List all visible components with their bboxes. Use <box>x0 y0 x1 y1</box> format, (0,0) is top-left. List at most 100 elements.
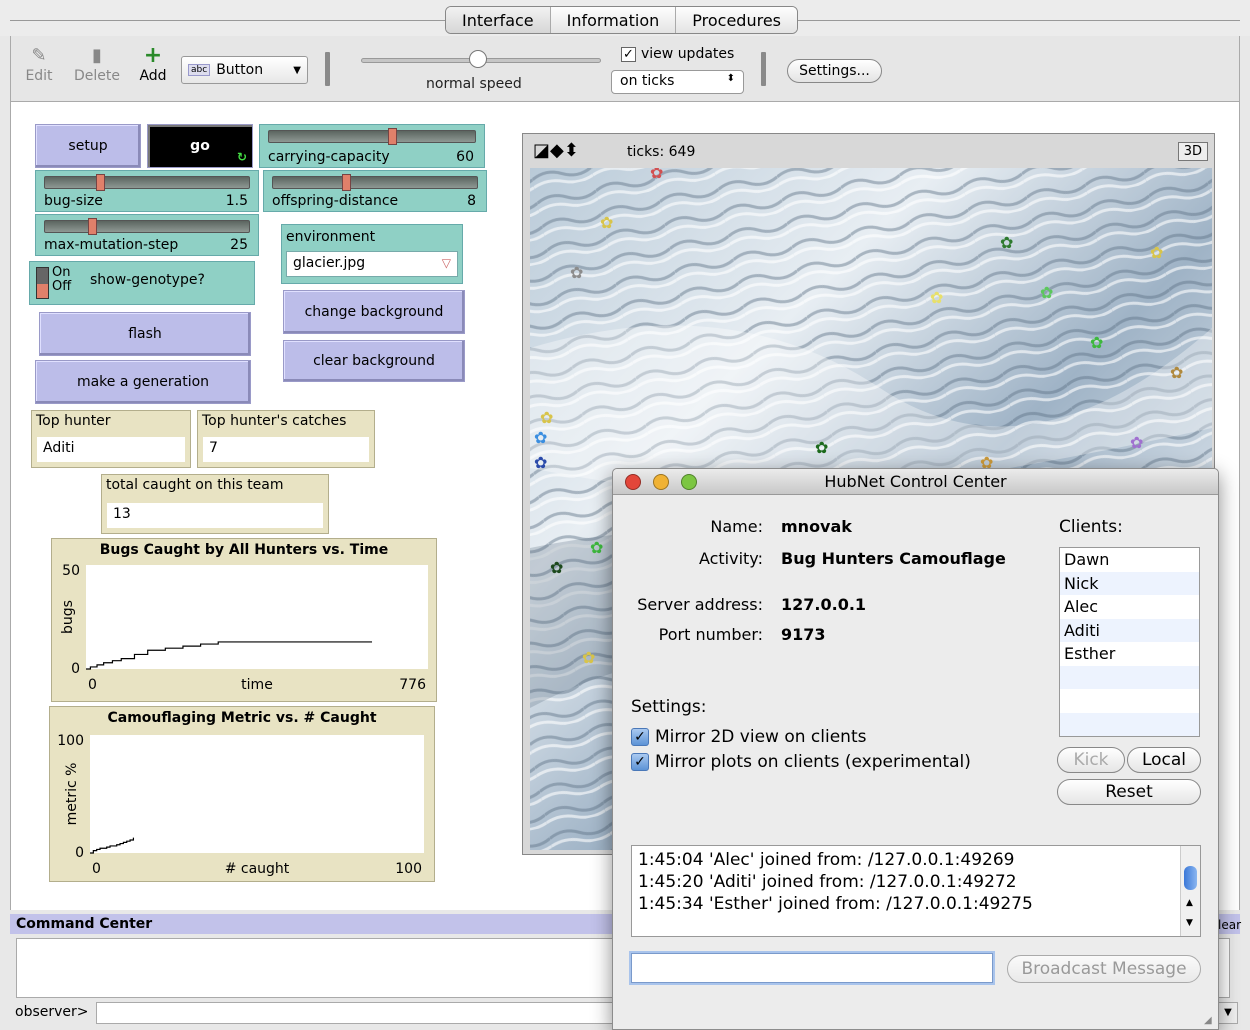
bugs-caught-chart: 50 00 776 time bugs <box>60 563 428 693</box>
top-hunter-monitor: Top hunter Aditi <box>31 410 191 468</box>
tab-bar: Interface Information Procedures <box>0 0 1250 36</box>
broadcast-message-button[interactable]: Broadcast Message <box>1007 955 1201 983</box>
go-button[interactable]: go ↻ <box>147 124 253 168</box>
client-item[interactable]: Esther <box>1060 642 1199 666</box>
svg-text:✿: ✿ <box>600 213 613 232</box>
svg-text:✿: ✿ <box>540 408 553 427</box>
view-updates-checkbox[interactable]: ✓ view updates <box>621 46 734 62</box>
client-item[interactable]: Nick <box>1060 571 1199 595</box>
add-button[interactable]: + Add <box>133 44 173 85</box>
svg-text:✿: ✿ <box>570 263 583 282</box>
client-item[interactable]: Dawn <box>1060 548 1199 572</box>
flash-button[interactable]: flash <box>39 312 251 356</box>
name-label: Name: <box>710 517 763 536</box>
offspring-distance-slider[interactable]: offspring-distance 8 <box>263 170 487 212</box>
settings-button[interactable]: Settings... <box>787 59 882 83</box>
checkmark-icon: ✓ <box>631 753 649 771</box>
make-generation-button[interactable]: make a generation <box>35 360 251 404</box>
resize-grip-icon[interactable]: ◢ <box>1204 1015 1216 1027</box>
edit-button[interactable]: ✎ Edit <box>19 44 59 84</box>
close-window-button[interactable] <box>625 474 641 490</box>
ticks-counter: ticks: 649 <box>627 144 696 160</box>
observer-label: observer> <box>15 1004 89 1020</box>
mirror-plots-checkbox[interactable]: ✓ Mirror plots on clients (experimental) <box>631 752 971 772</box>
slider-thumb[interactable] <box>88 218 97 235</box>
activity-value: Bug Hunters Camouflage <box>781 549 1006 568</box>
x-axis-label: # caught <box>225 861 290 877</box>
bug-size-slider[interactable]: bug-size 1.5 <box>35 170 259 212</box>
show-genotype-switch[interactable]: On Off show-genotype? <box>29 261 255 305</box>
slider-thumb[interactable] <box>342 174 351 191</box>
server-address-value: 127.0.0.1 <box>781 595 867 614</box>
x-tick-label: 776 <box>399 677 426 693</box>
scroll-up-icon[interactable]: ▲ <box>1186 898 1193 908</box>
client-empty-row <box>1060 712 1199 736</box>
widget-type-select[interactable]: abc Button ▼ <box>181 56 308 84</box>
tab-interface[interactable]: Interface <box>446 7 551 33</box>
activity-label: Activity: <box>698 549 763 568</box>
hubnet-control-center-window: HubNet Control Center Name: mnovak Activ… <box>612 468 1219 1030</box>
svg-text:✿: ✿ <box>1150 243 1163 262</box>
scroll-down-icon[interactable]: ▼ <box>1186 918 1193 928</box>
tab-group: Interface Information Procedures <box>445 6 798 34</box>
plot-area <box>86 565 428 669</box>
button-widget-icon: abc <box>188 64 211 76</box>
window-titlebar[interactable]: HubNet Control Center <box>613 469 1218 495</box>
slider-track <box>272 176 478 189</box>
slider-thumb[interactable] <box>388 128 397 145</box>
max-mutation-step-slider[interactable]: max-mutation-step 25 <box>35 214 259 256</box>
kick-button[interactable]: Kick <box>1057 747 1125 773</box>
clients-list[interactable]: Dawn Nick Alec Aditi Esther <box>1059 547 1200 737</box>
log-scrollbar[interactable]: ▲ ▼ <box>1180 846 1200 936</box>
setup-button[interactable]: setup <box>35 124 141 168</box>
clear-button[interactable]: lear <box>1218 918 1241 932</box>
slider-thumb[interactable] <box>96 174 105 191</box>
client-item[interactable]: Alec <box>1060 595 1199 619</box>
toolbar-separator <box>325 52 330 86</box>
delete-button[interactable]: ▮ Delete <box>69 44 125 84</box>
view-resize-icon[interactable]: ◪◆⬍ <box>533 140 579 161</box>
mirror-view-checkbox[interactable]: ✓ Mirror 2D view on clients <box>631 727 866 747</box>
minimize-window-button[interactable] <box>653 474 669 490</box>
change-background-button[interactable]: change background <box>283 290 465 334</box>
camouflage-metric-plot: Camouflaging Metric vs. # Caught 100 0 0 10… <box>49 706 435 882</box>
update-mode-select[interactable]: on ticks ⬍ <box>611 70 744 94</box>
environment-chooser[interactable]: environment glacier.jpg ▽ <box>281 224 463 284</box>
carrying-capacity-slider[interactable]: carrying-capacity 60 <box>259 124 485 168</box>
x-axis-label: time <box>241 677 273 693</box>
chevron-down-icon: ▼ <box>293 64 301 76</box>
name-value: mnovak <box>781 517 852 536</box>
total-caught-monitor: total caught on this team 13 <box>101 474 329 534</box>
log-line: 1:45:34 'Esther' joined from: /127.0.0.1… <box>638 894 1033 914</box>
speed-slider-knob[interactable] <box>469 50 487 68</box>
log-line: 1:45:04 'Alec' joined from: /127.0.0.1:4… <box>638 850 1015 870</box>
chevron-down-icon[interactable]: ▼ <box>1218 1002 1238 1024</box>
camouflage-metric-chart: 100 00 100 # caught metric % <box>57 733 424 877</box>
environment-select[interactable]: glacier.jpg ▽ <box>286 251 458 277</box>
client-empty-row <box>1060 689 1199 713</box>
tab-information[interactable]: Information <box>550 7 677 33</box>
plot-area <box>90 735 424 853</box>
zoom-window-button[interactable] <box>681 474 697 490</box>
tab-procedures[interactable]: Procedures <box>676 7 797 33</box>
reset-button[interactable]: Reset <box>1057 779 1201 805</box>
local-button[interactable]: Local <box>1127 747 1201 773</box>
connection-log: 1:45:04 'Alec' joined from: /127.0.0.1:4… <box>631 845 1201 937</box>
svg-text:✿: ✿ <box>1090 333 1103 352</box>
x-tick-label: 100 <box>395 861 422 877</box>
scrollbar-thumb[interactable] <box>1184 866 1197 890</box>
svg-text:✿: ✿ <box>1000 233 1013 252</box>
clear-background-button[interactable]: clear background <box>283 340 465 382</box>
three-d-button[interactable]: 3D <box>1177 142 1208 161</box>
y-axis-label: bugs <box>60 600 76 634</box>
broadcast-message-input[interactable] <box>631 953 993 983</box>
client-empty-row <box>1060 665 1199 689</box>
client-item[interactable]: Aditi <box>1060 618 1199 642</box>
toolbar-separator <box>761 52 766 86</box>
y-axis-label: metric % <box>64 763 80 826</box>
log-line: 1:45:20 'Aditi' joined from: /127.0.0.1:… <box>638 872 1017 892</box>
speed-label: normal speed <box>426 76 522 92</box>
svg-text:✿: ✿ <box>1170 363 1183 382</box>
top-hunter-catches-monitor: Top hunter's catches 7 <box>197 410 375 468</box>
y-tick-label: 100 <box>57 733 84 749</box>
